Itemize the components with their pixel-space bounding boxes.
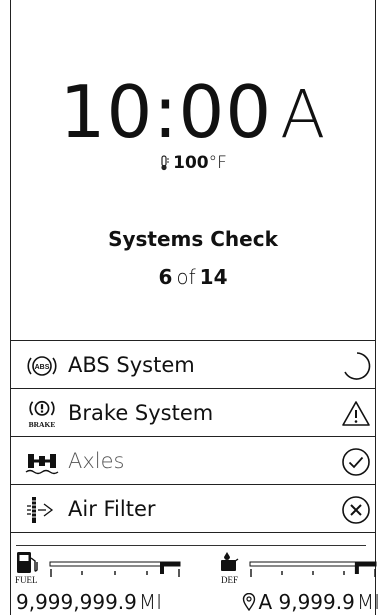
systems-check-title: Systems Check xyxy=(108,227,278,251)
system-row-abs[interactable]: ABS ABS System xyxy=(10,340,376,388)
clock: 10:00 A xyxy=(0,72,386,155)
divider xyxy=(16,545,366,546)
system-row-axles[interactable]: Axles xyxy=(10,436,376,484)
system-label-abs: ABS System xyxy=(68,353,195,377)
odometer-value: 9,999,999.9 xyxy=(16,590,137,614)
thermometer-icon xyxy=(161,155,170,171)
system-label-axles: Axles xyxy=(68,449,125,473)
svg-text:BRAKE: BRAKE xyxy=(29,420,56,429)
in-progress-icon xyxy=(344,352,371,380)
temperature-unit: °F xyxy=(208,153,227,173)
trip-meter[interactable]: A 9,999.9 MI xyxy=(242,590,380,614)
warning-icon xyxy=(342,401,370,426)
svg-text:ABS: ABS xyxy=(35,364,50,371)
air-filter-icon xyxy=(27,497,54,523)
fuel-gauge: FUEL xyxy=(15,552,181,585)
fail-circle-icon xyxy=(342,496,370,524)
abs-icon: ABS xyxy=(27,356,57,376)
system-label-brake: Brake System xyxy=(68,401,214,425)
check-circle-icon xyxy=(342,448,370,476)
system-row-air-filter[interactable]: Air Filter xyxy=(10,484,376,532)
systems-check-progress: 6 of 14 xyxy=(0,264,386,290)
odometer-unit: MI xyxy=(138,590,163,614)
def-label: DEF xyxy=(221,575,238,585)
trip-value: 9,999.9 xyxy=(278,590,355,614)
clock-ampm: A xyxy=(280,76,327,153)
odometer: 9,999,999.9 MI xyxy=(16,590,162,614)
trip-unit: MI xyxy=(356,590,380,614)
axle-icon xyxy=(25,454,59,475)
systems-check-of: of xyxy=(176,265,196,289)
clock-time: 10:00 xyxy=(59,70,273,154)
def-level-bar xyxy=(354,562,376,574)
system-label-air-filter: Air Filter xyxy=(68,497,156,521)
fuel-label: FUEL xyxy=(15,575,38,585)
system-row-brake[interactable]: BRAKE Brake System xyxy=(10,388,376,436)
systems-check-total: 14 xyxy=(199,265,228,289)
def-fluid-icon xyxy=(221,552,239,571)
outside-temperature: 100°F xyxy=(0,152,386,174)
location-pin-icon xyxy=(243,592,256,612)
def-gauge: DEF xyxy=(221,552,377,585)
trip-name: A xyxy=(258,590,273,614)
fuel-level-bar xyxy=(160,562,180,574)
systems-list: ABS ABS System BRAKE Brake System Axles … xyxy=(10,340,376,532)
systems-check-current: 6 xyxy=(158,265,173,289)
temperature-value: 100 xyxy=(173,153,209,173)
fuel-pump-icon xyxy=(17,552,38,573)
divider xyxy=(10,532,376,533)
brake-icon: BRAKE xyxy=(29,400,56,429)
